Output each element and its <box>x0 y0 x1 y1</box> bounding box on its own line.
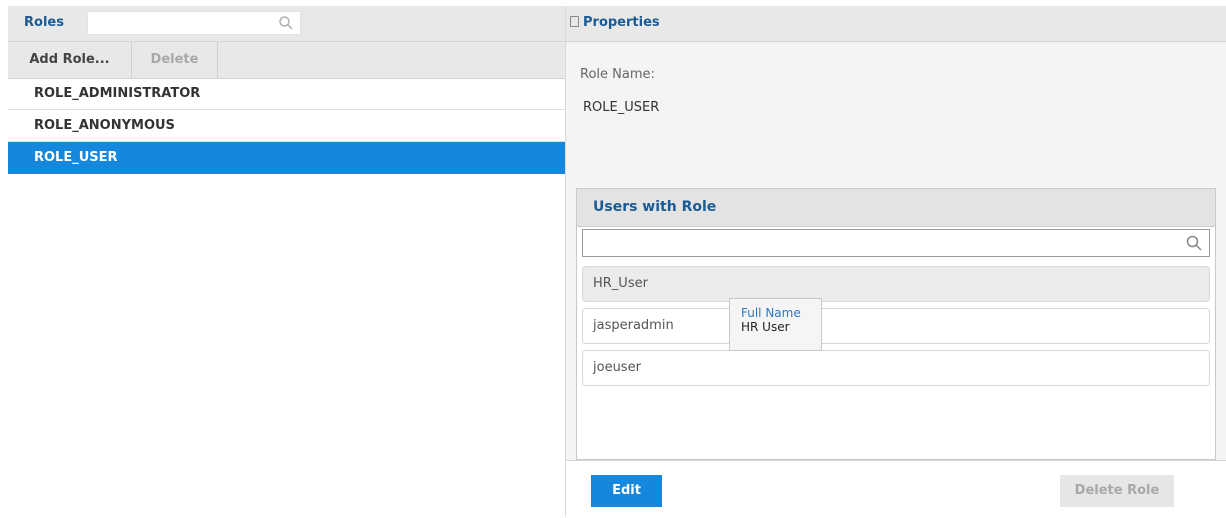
role-list-item[interactable]: ROLE_ANONYMOUS <box>8 110 565 142</box>
properties-title-text: Properties <box>583 15 660 30</box>
properties-panel: Properties Role Name: ROLE_USER Users wi… <box>566 6 1226 518</box>
properties-footer: Edit Delete Role <box>566 460 1226 518</box>
properties-panel-header: Properties <box>566 6 1226 42</box>
role-list-item[interactable]: ROLE_ADMINISTRATOR <box>8 78 565 110</box>
panel-pin-icon[interactable] <box>570 16 579 27</box>
user-list-item[interactable]: joeuser <box>582 350 1210 386</box>
roles-panel-title: Roles <box>24 15 64 30</box>
roles-toolbar: Add Role... Delete <box>8 42 565 79</box>
user-list-item[interactable]: jasperadmin <box>582 308 1210 344</box>
properties-panel-title: Properties <box>570 15 660 30</box>
users-with-role-header: Users with Role <box>577 189 1215 227</box>
search-icon[interactable] <box>1185 234 1203 256</box>
search-icon[interactable] <box>278 15 294 35</box>
roles-panel: Roles Add Role... Delete ROLE_ADMINISTRA… <box>8 6 566 517</box>
delete-role-toolbar-button[interactable]: Delete <box>132 42 218 78</box>
roles-panel-header: Roles <box>8 6 565 42</box>
users-search-input[interactable] <box>582 229 1210 257</box>
delete-role-button[interactable]: Delete Role <box>1060 475 1174 507</box>
edit-button[interactable]: Edit <box>591 475 662 507</box>
roles-search-input[interactable] <box>87 11 301 35</box>
role-list-item-selected[interactable]: ROLE_USER <box>8 142 565 174</box>
tooltip-label: Full Name <box>741 306 801 320</box>
tooltip-value: HR User <box>741 320 790 334</box>
roles-list: ROLE_ADMINISTRATOR ROLE_ANONYMOUS ROLE_U… <box>8 78 565 174</box>
add-role-button[interactable]: Add Role... <box>8 42 132 78</box>
full-name-tooltip: Full Name HR User <box>729 298 822 351</box>
role-name-label: Role Name: <box>580 67 655 82</box>
users-with-role-box: Users with Role HR_User jasperadmin joeu… <box>576 188 1216 460</box>
users-with-role-title: Users with Role <box>593 199 717 215</box>
user-list-item[interactable]: HR_User <box>582 266 1210 302</box>
role-name-value: ROLE_USER <box>583 100 660 115</box>
